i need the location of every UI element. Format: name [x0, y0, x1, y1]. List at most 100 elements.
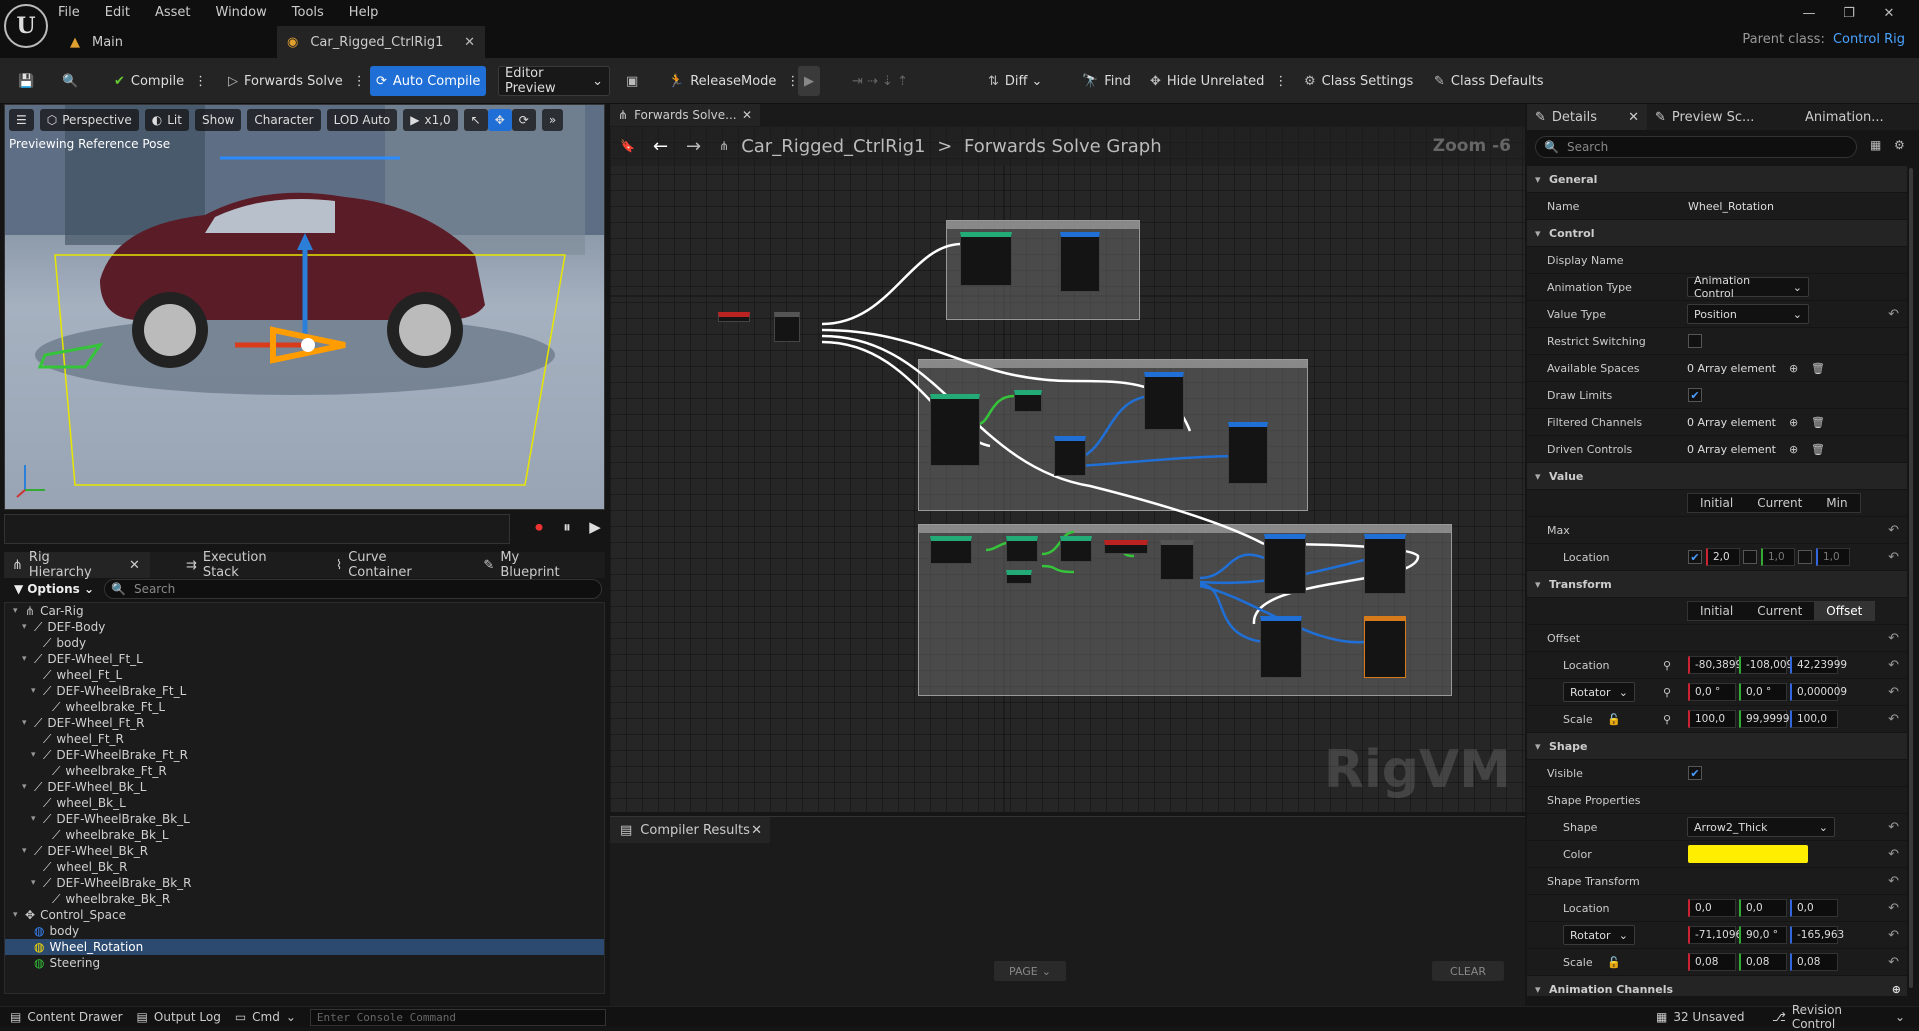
hierarchy-item[interactable]: ▾ ⟋ DEF-WheelBrake_Ft_L — [5, 683, 604, 699]
release-mode-button[interactable]: 🏃 ReleaseMode ⋮ — [662, 66, 805, 96]
expand-arrow-icon[interactable]: ▾ — [31, 878, 41, 888]
expand-arrow-icon[interactable]: ▾ — [31, 750, 41, 760]
value-tab-initial[interactable]: Initial — [1688, 494, 1745, 512]
details-scrollbar[interactable] — [1909, 168, 1913, 988]
add-icon[interactable]: ⊕ — [1789, 416, 1798, 429]
expand-arrow-icon[interactable]: ▾ — [13, 606, 23, 616]
play-forward-icon[interactable]: ▶ — [581, 518, 609, 536]
transform-tab-current[interactable]: Current — [1745, 602, 1814, 620]
graph-node[interactable] — [930, 536, 972, 564]
graph-node[interactable] — [1160, 540, 1194, 580]
character-button[interactable]: Character — [247, 109, 321, 131]
reset-arrow-icon[interactable]: ↶ — [1888, 955, 1899, 970]
translate-tool-button[interactable]: ✥ — [487, 109, 512, 131]
reset-arrow-icon[interactable]: ↶ — [1888, 307, 1899, 322]
debug-object-button[interactable]: ▣ — [620, 66, 650, 96]
visible-checkbox[interactable]: ✔ — [1688, 766, 1702, 780]
expand-arrow-icon[interactable]: ▾ — [31, 814, 41, 824]
shape-dropdown[interactable]: Arrow2_Thick ⌄ — [1687, 817, 1835, 837]
pivot-icon[interactable]: ⚲ — [1663, 659, 1671, 672]
pause-icon[interactable]: ⏸ — [553, 518, 581, 536]
graph-node[interactable] — [1006, 570, 1032, 584]
hierarchy-item[interactable]: ▾ ⟋ DEF-WheelBrake_Bk_L — [5, 811, 604, 827]
tab-details[interactable]: ✎ Details ✕ — [1527, 104, 1647, 130]
hierarchy-item[interactable]: ⟋ wheel_Ft_L — [5, 667, 604, 683]
tab-curve-container[interactable]: ⌇ Curve Container — [328, 550, 448, 580]
max-y-checkbox[interactable] — [1743, 550, 1757, 564]
menu-window[interactable]: Window — [216, 5, 267, 20]
offset-scale-z[interactable]: 100,0 — [1790, 710, 1838, 728]
section-animation-channels[interactable]: Animation Channels ⊕ — [1527, 976, 1907, 996]
content-drawer-button[interactable]: ▤ Content Drawer — [10, 1010, 123, 1024]
hierarchy-item[interactable]: ⟋ wheelbrake_Ft_L — [5, 699, 604, 715]
hierarchy-item[interactable]: ⟋ wheel_Bk_R — [5, 859, 604, 875]
rotate-tool-button[interactable]: ⟳ — [511, 109, 536, 131]
name-value[interactable]: Wheel_Rotation — [1688, 200, 1774, 213]
reset-arrow-icon[interactable]: ↶ — [1888, 550, 1899, 565]
offset-rotator-dropdown[interactable]: Rotator ⌄ — [1563, 682, 1635, 702]
max-row[interactable]: Max ↶ — [1527, 517, 1907, 544]
transform-tab-initial[interactable]: Initial — [1688, 602, 1745, 620]
reset-arrow-icon[interactable]: ↶ — [1888, 523, 1899, 538]
value-type-dropdown[interactable]: Position ⌄ — [1687, 304, 1809, 324]
menu-tools[interactable]: Tools — [292, 5, 324, 20]
reset-arrow-icon[interactable]: ↶ — [1888, 658, 1899, 673]
add-icon[interactable]: ⊕ — [1892, 983, 1901, 996]
tab-main[interactable]: ▲ Main — [70, 26, 123, 58]
find-button[interactable]: 🔭 Find — [1076, 66, 1137, 96]
hierarchy-item[interactable]: ▾ ⟋ DEF-Wheel_Ft_R — [5, 715, 604, 731]
restrict-switching-checkbox[interactable] — [1688, 334, 1702, 348]
offset-rotator-z[interactable]: 0,000009 — [1790, 683, 1847, 701]
hierarchy-item[interactable]: ▾ ⟋ DEF-Wheel_Ft_L — [5, 651, 604, 667]
tab-preview-scene[interactable]: ✎ Preview Sc... — [1647, 104, 1797, 130]
menu-edit[interactable]: Edit — [105, 5, 130, 20]
browse-button[interactable]: 🔍 — [56, 66, 90, 96]
page-dropdown[interactable]: PAGE ⌄ — [994, 961, 1066, 981]
resume-button[interactable]: ▶ — [798, 66, 820, 96]
graph-node[interactable] — [1060, 536, 1092, 562]
reset-arrow-icon[interactable]: ↶ — [1888, 901, 1899, 916]
table-view-icon[interactable]: ▦ — [1870, 138, 1881, 152]
settings-gear-icon[interactable]: ⚙ — [1894, 138, 1905, 152]
hierarchy-item[interactable]: ◍ Steering — [5, 955, 604, 971]
forwards-solve-button[interactable]: ▷ Forwards Solve ⋮ — [222, 66, 372, 96]
tab-execution-stack[interactable]: ⇉ Execution Stack — [178, 550, 300, 580]
max-x-checkbox[interactable]: ✔ — [1688, 550, 1702, 564]
class-settings-button[interactable]: ⚙ Class Settings — [1298, 66, 1419, 96]
parent-class-link[interactable]: Control Rig — [1833, 32, 1905, 47]
expand-arrow-icon[interactable]: ▾ — [31, 686, 41, 696]
playback-speed-button[interactable]: ▶ x1,0 — [403, 109, 458, 131]
hierarchy-item[interactable]: ▾ ⟋ DEF-Body — [5, 619, 604, 635]
graph-node[interactable] — [1014, 390, 1042, 412]
max-y-field[interactable]: 1,0 — [1761, 548, 1795, 566]
tab-control-rig[interactable]: ◉ Car_Rigged_CtrlRig1 ✕ — [277, 26, 485, 58]
compile-options-icon[interactable]: ⋮ — [194, 74, 207, 89]
close-tab-icon[interactable]: ✕ — [1628, 110, 1639, 125]
lod-button[interactable]: LOD Auto — [326, 109, 398, 131]
offset-scale-x[interactable]: 100,0 — [1688, 710, 1736, 728]
st-rotator-dropdown[interactable]: Rotator ⌄ — [1563, 925, 1635, 945]
tab-rig-hierarchy[interactable]: ⋔ Rig Hierarchy ✕ — [4, 550, 150, 580]
offset-scale-y[interactable]: 99,99999 — [1739, 710, 1796, 728]
offset-location-x[interactable]: -80,3899 — [1688, 656, 1742, 674]
hierarchy-item[interactable]: ▾ ✥ Control_Space — [5, 907, 604, 923]
expand-arrow-icon[interactable]: ▾ — [22, 654, 32, 664]
minimize-icon[interactable]: — — [1789, 6, 1829, 21]
hide-unrelated-button[interactable]: ✥ Hide Unrelated ⋮ — [1144, 66, 1293, 96]
graph-node[interactable] — [1054, 436, 1086, 476]
menu-asset[interactable]: Asset — [155, 5, 191, 20]
graph-node[interactable] — [1144, 372, 1184, 430]
close-tab-icon[interactable]: ✕ — [464, 35, 475, 50]
show-button[interactable]: Show — [194, 109, 242, 131]
reset-arrow-icon[interactable]: ↶ — [1888, 874, 1899, 889]
class-defaults-button[interactable]: ✎ Class Defaults — [1428, 66, 1550, 96]
forwards-solve-options-icon[interactable]: ⋮ — [353, 74, 366, 89]
hierarchy-item[interactable]: ⟋ body — [5, 635, 604, 651]
trash-icon[interactable]: 🗑 — [1811, 416, 1825, 429]
hierarchy-item[interactable]: ⟋ wheelbrake_Bk_R — [5, 891, 604, 907]
tab-animation[interactable]: Animation... — [1797, 104, 1892, 130]
sequence-node[interactable] — [774, 312, 800, 342]
st-rotator-z[interactable]: -165,963 — [1790, 926, 1844, 944]
st-scale-z[interactable]: 0,08 — [1790, 953, 1838, 971]
color-swatch[interactable] — [1688, 845, 1808, 863]
